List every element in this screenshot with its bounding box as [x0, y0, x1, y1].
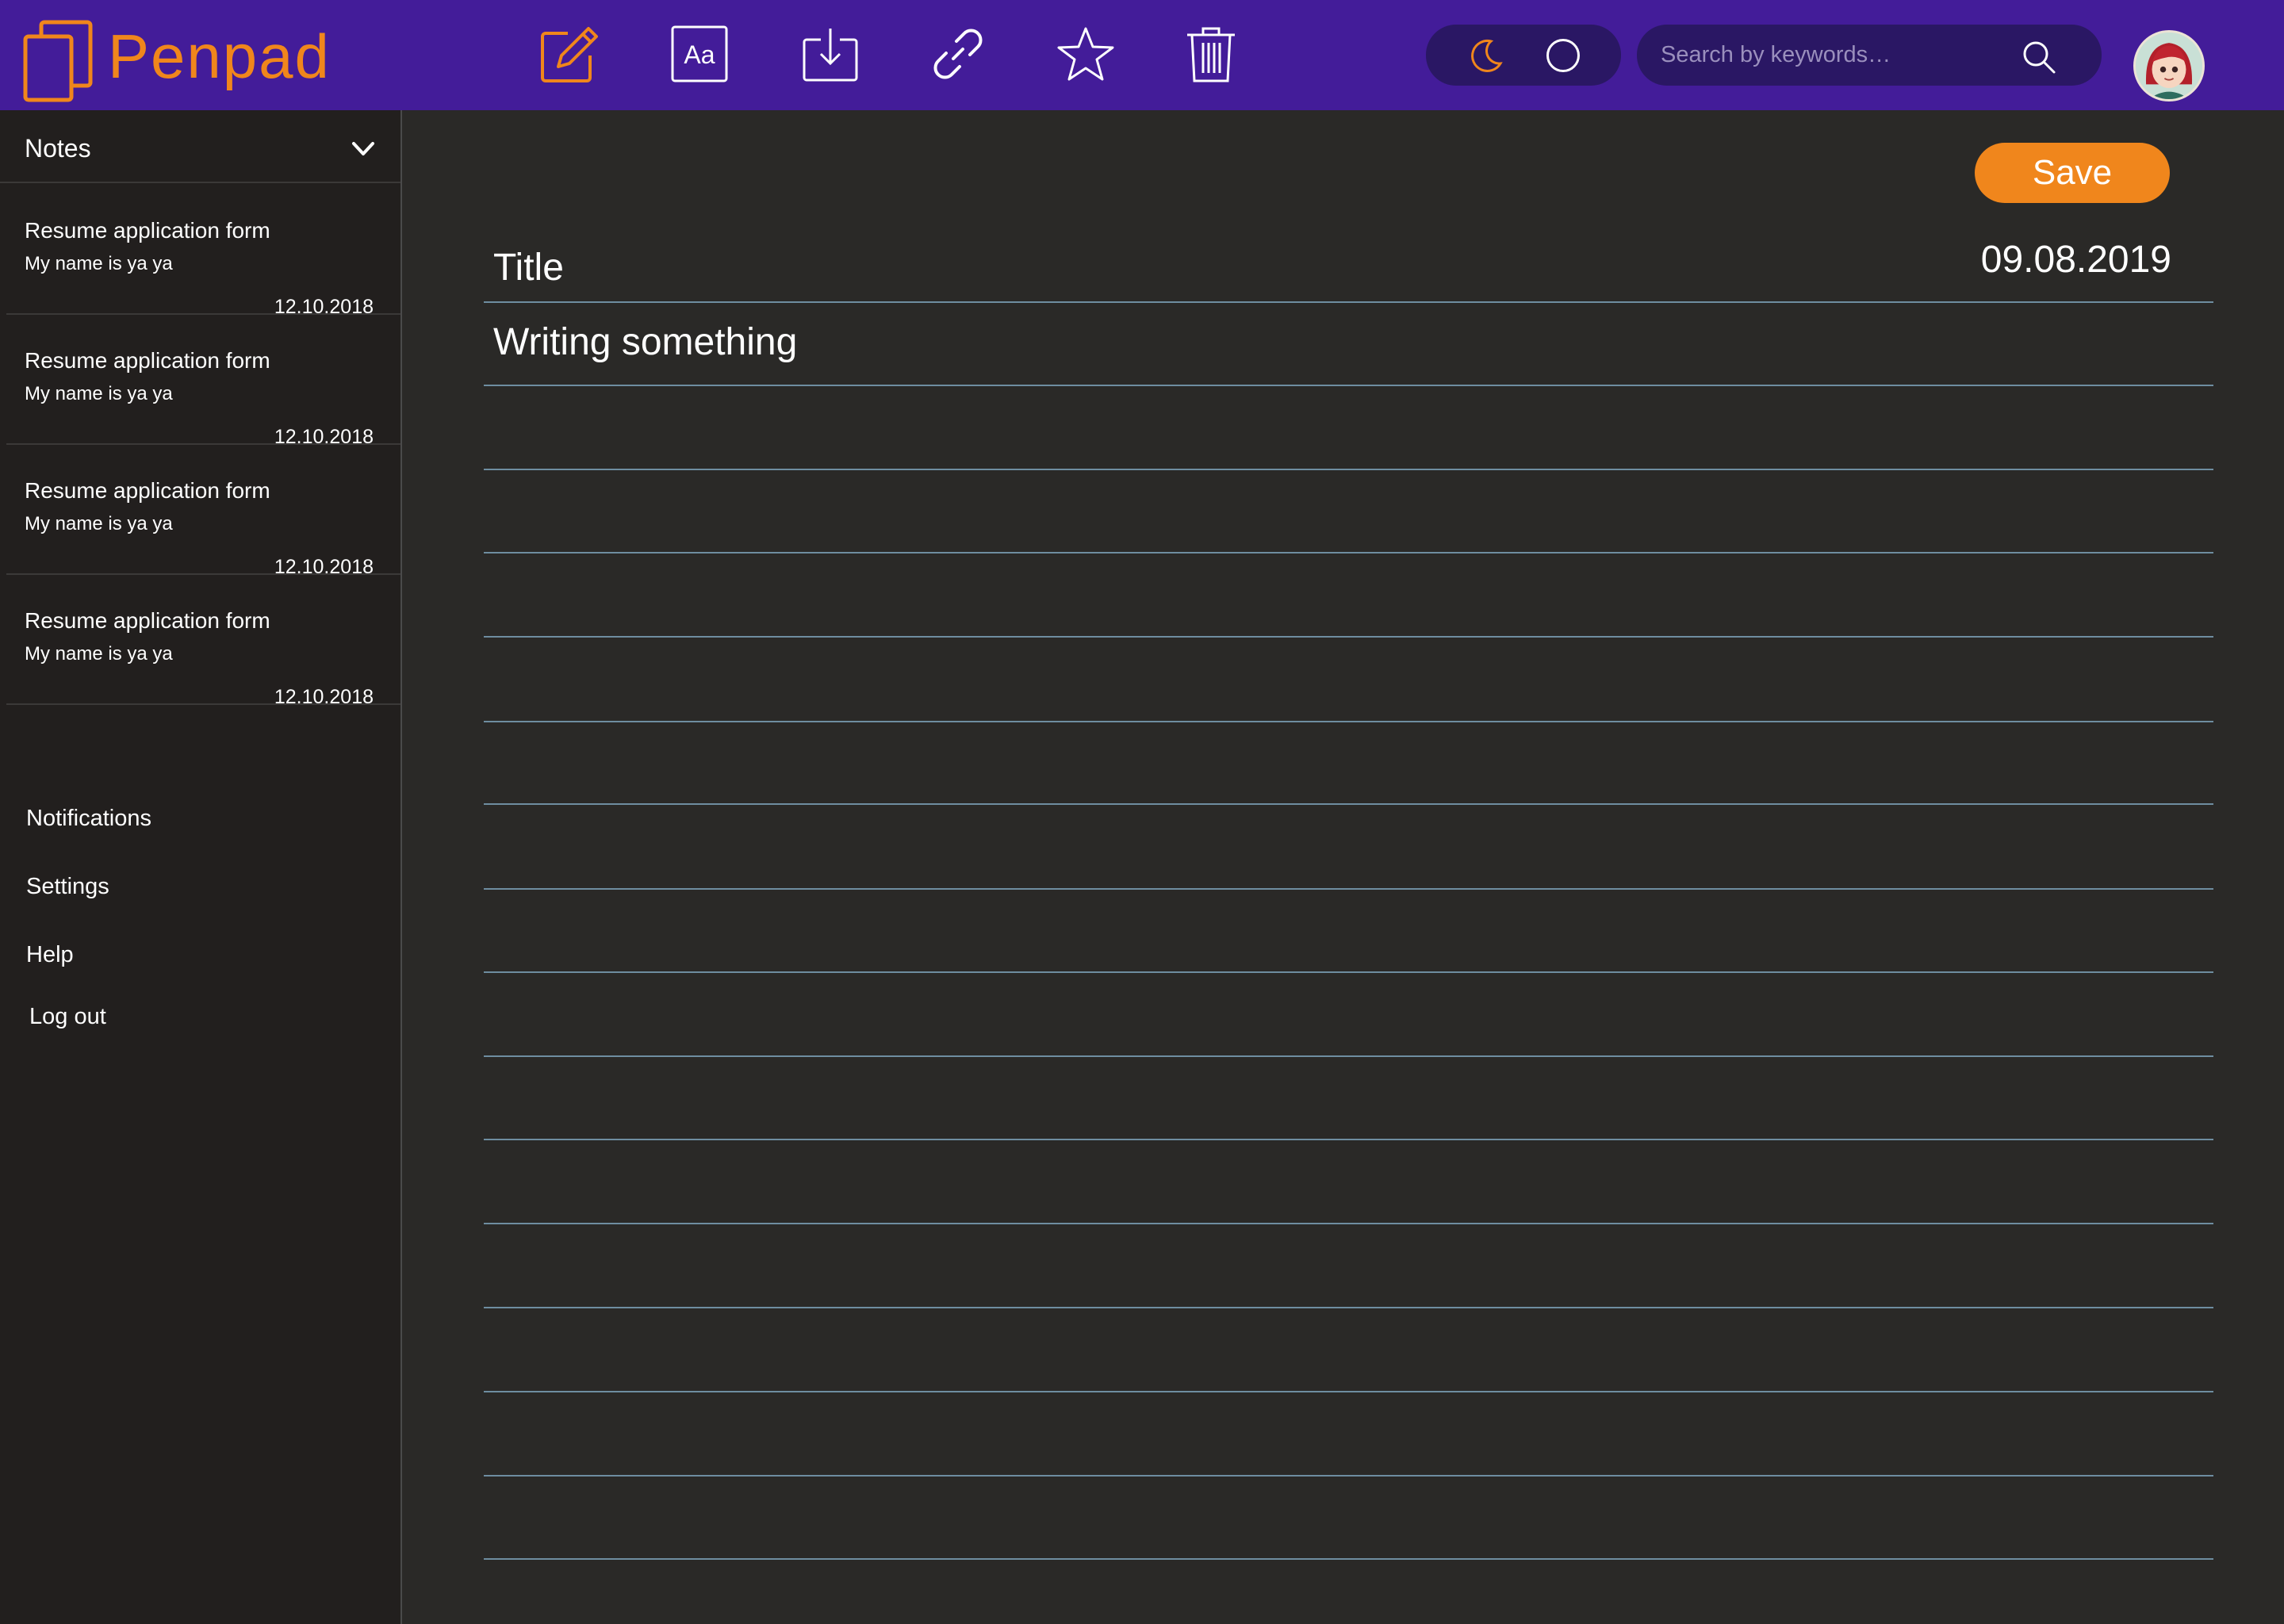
notes-header-label: Notes [25, 134, 91, 163]
moon-icon[interactable] [1467, 38, 1504, 75]
ruled-line [484, 1558, 2213, 1560]
note-preview: My name is ya ya [25, 383, 173, 404]
sidebar: Notes Resume application form My name is… [0, 110, 402, 1624]
ruled-line [484, 803, 2213, 805]
delete-button[interactable] [1179, 22, 1243, 86]
chevron-down-icon[interactable] [351, 140, 376, 158]
ruled-line [484, 1223, 2213, 1224]
search-bar [1637, 25, 2102, 86]
note-preview: My name is ya ya [25, 253, 173, 274]
avatar[interactable] [2133, 30, 2205, 102]
note-title: Resume application form [25, 218, 270, 243]
ruled-line [484, 971, 2213, 973]
link-icon [933, 29, 983, 79]
penpad-logo-icon [23, 20, 93, 102]
edit-note-button[interactable] [538, 22, 601, 86]
ruled-line [484, 1307, 2213, 1308]
ruled-line [484, 385, 2213, 386]
trash-icon [1187, 27, 1235, 82]
download-button[interactable] [799, 22, 862, 86]
notes-dropdown[interactable]: Notes [0, 110, 400, 183]
ruled-line [484, 1055, 2213, 1057]
download-icon [803, 29, 858, 82]
menu-item-logout[interactable]: Log out [29, 1004, 106, 1030]
note-title: Resume application form [25, 478, 270, 503]
menu-item-settings[interactable]: Settings [26, 874, 109, 900]
search-input[interactable] [1661, 25, 2033, 86]
menu-item-help[interactable]: Help [26, 942, 74, 968]
font-format-button[interactable]: Aa [668, 22, 731, 86]
save-button[interactable]: Save [1975, 143, 2170, 203]
star-icon [1057, 27, 1114, 81]
svg-text:Aa: Aa [684, 40, 715, 69]
ruled-line [484, 636, 2213, 638]
favorite-button[interactable] [1054, 22, 1117, 86]
pencil-edit-icon [541, 27, 598, 82]
note-preview: My name is ya ya [25, 643, 173, 665]
ruled-line [484, 552, 2213, 553]
note-date-display: 09.08.2019 [1980, 239, 2171, 281]
ruled-line [484, 1139, 2213, 1140]
note-title-field[interactable]: Title [493, 246, 564, 289]
ruled-line [484, 888, 2213, 890]
theme-toggle[interactable] [1426, 25, 1621, 86]
circle-icon[interactable] [1546, 39, 1580, 72]
ruled-line [484, 1475, 2213, 1477]
note-body-field[interactable]: Writing something [493, 320, 797, 364]
font-format-icon: Aa [671, 25, 728, 82]
ruled-line [484, 301, 2213, 303]
note-list-item[interactable]: Resume application form My name is ya ya… [6, 185, 400, 318]
note-list-item[interactable]: Resume application form My name is ya ya… [6, 445, 400, 578]
user-avatar-icon [2136, 33, 2202, 99]
note-list-item[interactable]: Resume application form My name is ya ya… [6, 575, 400, 708]
top-bar: Penpad Aa [0, 0, 2284, 110]
menu-item-notifications[interactable]: Notifications [26, 806, 151, 832]
ruled-line [484, 1391, 2213, 1392]
note-title: Resume application form [25, 608, 270, 633]
link-button[interactable] [926, 22, 990, 86]
note-list-item[interactable]: Resume application form My name is ya ya… [6, 315, 400, 448]
ruled-line [484, 721, 2213, 722]
search-icon[interactable] [2021, 39, 2057, 75]
note-preview: My name is ya ya [25, 513, 173, 534]
note-date: 12.10.2018 [274, 686, 374, 708]
note-title: Resume application form [25, 348, 270, 373]
ruled-line [484, 469, 2213, 470]
app-name: Penpad [108, 21, 331, 91]
